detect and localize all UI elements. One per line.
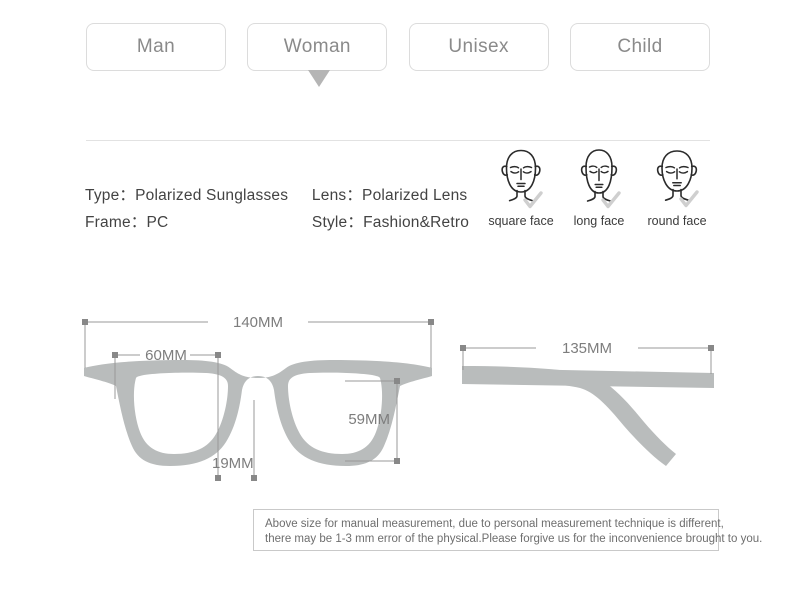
tab-label: Unisex (448, 36, 509, 57)
face-label: square face (488, 214, 554, 228)
dimension-marker (394, 458, 400, 464)
face-item-round: round face (640, 146, 714, 238)
tab-woman[interactable]: Woman (247, 23, 388, 71)
face-item-long: long face (562, 146, 636, 238)
dimension-label-total-width: 140MM (233, 314, 283, 331)
spec-style: Style：Fashion&Retro (311, 213, 470, 231)
spec-lens: Lens：Polarized Lens (311, 186, 468, 204)
square-face-icon (493, 146, 549, 212)
disclaimer-line-1: Above size for manual measurement, due t… (265, 518, 724, 530)
dimension-label-lens-width: 60MM (145, 347, 187, 364)
spec-row: Frame：PC Style：Fashion&Retro (85, 207, 485, 234)
dimension-label-lens-height: 59MM (348, 411, 390, 428)
round-face-icon (649, 146, 705, 212)
dimension-marker (215, 352, 221, 358)
face-item-square: square face (484, 146, 558, 238)
selected-tab-pointer-icon (308, 70, 330, 87)
dimension-marker (251, 475, 257, 481)
spec-type: Type：Polarized Sunglasses (85, 186, 289, 204)
disclaimer-line-2: there may be 1-3 mm error of the physica… (265, 533, 763, 545)
dimension-marker (428, 319, 434, 325)
dimension-marker (394, 378, 400, 384)
face-label: long face (573, 214, 625, 228)
dimension-label-temple-length: 135MM (562, 340, 612, 357)
glasses-temple-dimension-diagram: 135MM (448, 340, 728, 490)
dimension-marker (215, 475, 221, 481)
dimension-marker (460, 345, 466, 351)
tab-label: Man (136, 36, 176, 57)
specification-list: Type：Polarized Sunglasses Lens：Polarized… (85, 180, 485, 234)
tab-label: Child (617, 36, 663, 57)
face-label: round face (647, 214, 707, 228)
glasses-front-dimension-diagram: 140MM 60MM 59MM 19MM (78, 306, 438, 496)
tab-unisex[interactable]: Unisex (408, 23, 549, 71)
dimension-label-bridge-width: 19MM (212, 455, 254, 472)
measurement-disclaimer-box: Above size for manual measurement, due t… (253, 509, 763, 551)
tab-label: Woman (283, 36, 351, 57)
dimension-marker (112, 352, 118, 358)
tab-man[interactable]: Man (86, 23, 226, 71)
dimension-marker (82, 319, 88, 325)
dimension-marker (708, 345, 714, 351)
spec-row: Type：Polarized Sunglasses Lens：Polarized… (85, 180, 485, 207)
gender-tab-bar: Man Woman Unisex Child (86, 23, 710, 71)
tab-child[interactable]: Child (569, 23, 710, 71)
suitable-face-shapes: square face long face round face (484, 146, 714, 238)
section-divider (86, 140, 710, 141)
spec-frame: Frame：PC (85, 213, 169, 231)
long-face-icon (571, 146, 627, 212)
